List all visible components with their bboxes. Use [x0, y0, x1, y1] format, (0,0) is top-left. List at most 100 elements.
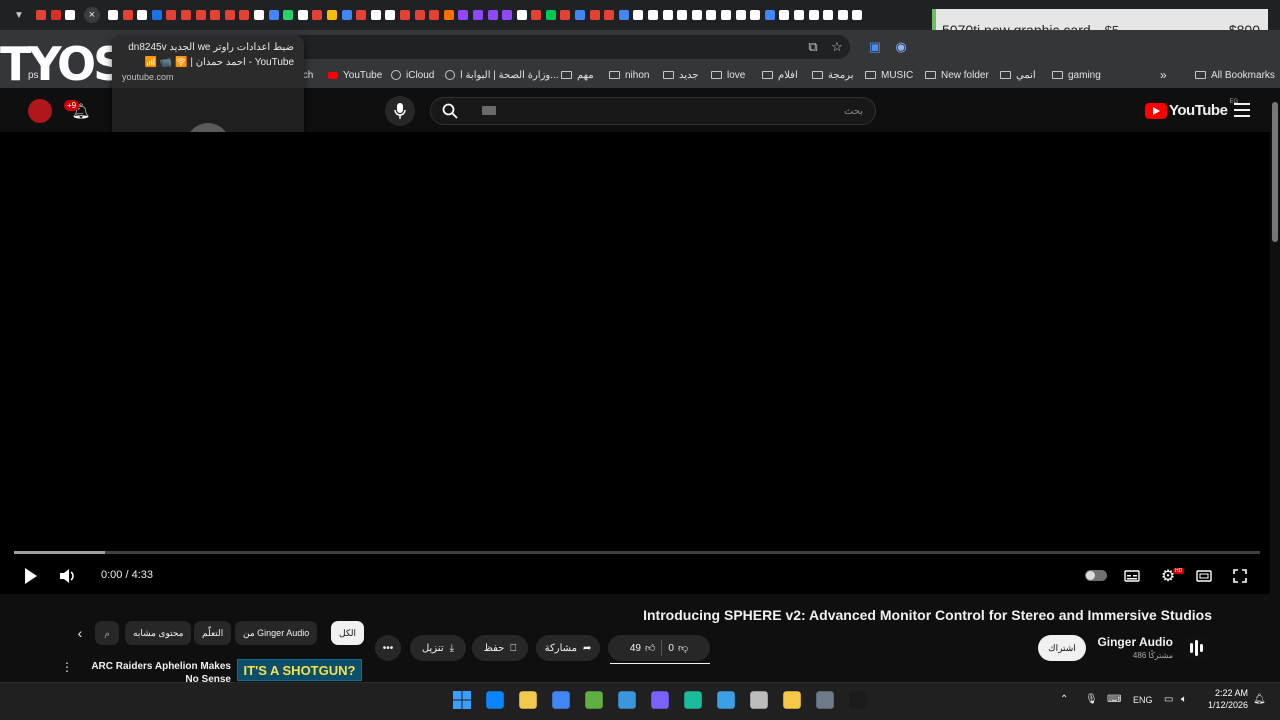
channel-name[interactable]: Ginger Audio: [1080, 635, 1173, 649]
keyboard-icon[interactable]: [482, 106, 496, 115]
chevron-left-icon[interactable]: ‹: [72, 624, 88, 642]
speaker-icon[interactable]: 🔈︎: [1181, 694, 1187, 705]
tab-favicon[interactable]: [750, 10, 761, 20]
tab-favicon[interactable]: [283, 10, 294, 20]
bookmark-folder-programming[interactable]: برمجة: [812, 64, 853, 86]
tab-favicon[interactable]: [677, 10, 688, 20]
tab-favicon[interactable]: [399, 10, 410, 20]
tab-favicon[interactable]: [385, 10, 396, 20]
language-indicator[interactable]: ENG: [1133, 695, 1153, 705]
bookmark-youtube[interactable]: YouTube: [328, 64, 382, 86]
tab-favicon[interactable]: [108, 10, 119, 20]
network-icon[interactable]: ▭: [1164, 694, 1173, 705]
tab-favicon[interactable]: [808, 10, 819, 20]
bookmark-icloud[interactable]: iCloud: [391, 64, 434, 86]
related-video-thumbnail[interactable]: IT'S A SHOTGUN?: [237, 659, 362, 681]
bookmark-folder-new[interactable]: جديد: [663, 64, 698, 86]
tab-favicon[interactable]: [36, 10, 47, 20]
chip-learning[interactable]: التعلّم: [194, 621, 232, 645]
clock-time[interactable]: 2:22 AM: [1200, 688, 1248, 698]
tab-favicon[interactable]: [604, 10, 615, 20]
tab-favicon[interactable]: [137, 10, 148, 20]
tab-favicon[interactable]: [706, 10, 717, 20]
tab-favicon[interactable]: [545, 10, 556, 20]
tab-favicon[interactable]: [414, 10, 425, 20]
clock-date[interactable]: 1/12/2026: [1200, 700, 1248, 710]
hamburger-menu-icon[interactable]: [1234, 103, 1250, 117]
tab-favicon[interactable]: [472, 10, 483, 20]
tab-favicon[interactable]: [633, 10, 644, 20]
install-app-icon[interactable]: ⧉: [804, 38, 822, 56]
dislike-button[interactable]: 0 👎︎: [668, 642, 688, 655]
tab-favicon[interactable]: [341, 10, 352, 20]
tab-favicon[interactable]: [648, 10, 659, 20]
tab-favicon[interactable]: [65, 10, 76, 20]
tab-favicon[interactable]: [458, 10, 469, 20]
chip-partial[interactable]: م: [95, 621, 119, 645]
address-bar[interactable]: [290, 35, 850, 59]
notification-bell-icon[interactable]: 🔔︎: [1253, 694, 1266, 705]
progress-bar[interactable]: [14, 551, 1260, 554]
taskbar-app-icon[interactable]: [519, 691, 537, 709]
all-bookmarks-folder[interactable]: All Bookmarks: [1195, 64, 1275, 86]
taskbar-app-icon[interactable]: [717, 691, 735, 709]
tab-favicon[interactable]: [779, 10, 790, 20]
bookmark-folder-nihon[interactable]: nihon: [609, 64, 649, 86]
taskbar-app-icon[interactable]: [618, 691, 636, 709]
scrollbar-thumb[interactable]: [1272, 102, 1278, 242]
bookmark-health-ministry[interactable]: وزارة الصحة | البوابة ا...: [445, 64, 559, 86]
bookmark-folder-love[interactable]: love: [711, 64, 745, 86]
tab-favicon[interactable]: [210, 10, 221, 20]
subscribe-button[interactable]: اشتراك: [1038, 635, 1086, 661]
vertical-dots-icon[interactable]: ⋮: [61, 659, 73, 675]
tab-favicon[interactable]: [764, 10, 775, 20]
tab-favicon[interactable]: [122, 10, 133, 20]
taskbar-app-icon[interactable]: [750, 691, 768, 709]
tab-favicon[interactable]: [166, 10, 177, 20]
more-actions-button[interactable]: •••: [375, 635, 401, 661]
related-video-title[interactable]: ARC Raiders Aphelion Makes No Sense: [86, 660, 231, 682]
taskbar-app-icon[interactable]: [585, 691, 603, 709]
taskbar-app-icon[interactable]: [783, 691, 801, 709]
taskbar-app-icon[interactable]: [684, 691, 702, 709]
save-button[interactable]: حفظ ⎕: [472, 635, 528, 661]
tab-favicon[interactable]: [735, 10, 746, 20]
tab-favicon[interactable]: [151, 10, 162, 20]
tab-favicon[interactable]: [443, 10, 454, 20]
bookmark-folder-important[interactable]: مهم: [561, 64, 594, 86]
search-icon[interactable]: [433, 99, 467, 123]
translate-icon[interactable]: ▣: [866, 38, 884, 56]
video-player[interactable]: [0, 132, 1270, 594]
volume-button[interactable]: [58, 566, 78, 586]
tab-favicon[interactable]: [254, 10, 265, 20]
tab-favicon[interactable]: [181, 10, 192, 20]
tab-favicon[interactable]: [224, 10, 235, 20]
tab-favicon[interactable]: [297, 10, 308, 20]
tab-favicon[interactable]: [560, 10, 571, 20]
play-button[interactable]: [22, 566, 40, 586]
tab-favicon[interactable]: [575, 10, 586, 20]
tab-search-button[interactable]: ▼: [8, 4, 30, 26]
chip-from-channel[interactable]: من Ginger Audio: [235, 621, 318, 645]
theater-mode-button[interactable]: [1194, 566, 1214, 586]
tab-favicon[interactable]: [837, 10, 848, 20]
tab-favicon[interactable]: [691, 10, 702, 20]
tab-favicon[interactable]: [487, 10, 498, 20]
bookmark-star-icon[interactable]: ☆: [828, 38, 846, 56]
tab-favicon[interactable]: [618, 10, 629, 20]
tab-favicon[interactable]: [50, 10, 61, 20]
tab-favicon[interactable]: [662, 10, 673, 20]
voice-search-button[interactable]: [385, 96, 415, 126]
subtitles-button[interactable]: [1122, 566, 1142, 586]
taskbar-app-icon[interactable]: [849, 691, 867, 709]
tab-favicon[interactable]: [721, 10, 732, 20]
taskbar-app-icon[interactable]: [486, 691, 504, 709]
tab-favicon[interactable]: [370, 10, 381, 20]
start-button[interactable]: [451, 689, 473, 711]
tab-favicon[interactable]: [589, 10, 600, 20]
taskbar-app-icon[interactable]: [552, 691, 570, 709]
tray-chevron-up-icon[interactable]: ⌃: [1060, 694, 1068, 705]
bookmark-folder-music[interactable]: MUSIC: [865, 64, 913, 86]
download-button[interactable]: تنزيل ⤓: [410, 635, 466, 661]
youtube-logo[interactable]: YouTube EG: [1145, 99, 1238, 119]
